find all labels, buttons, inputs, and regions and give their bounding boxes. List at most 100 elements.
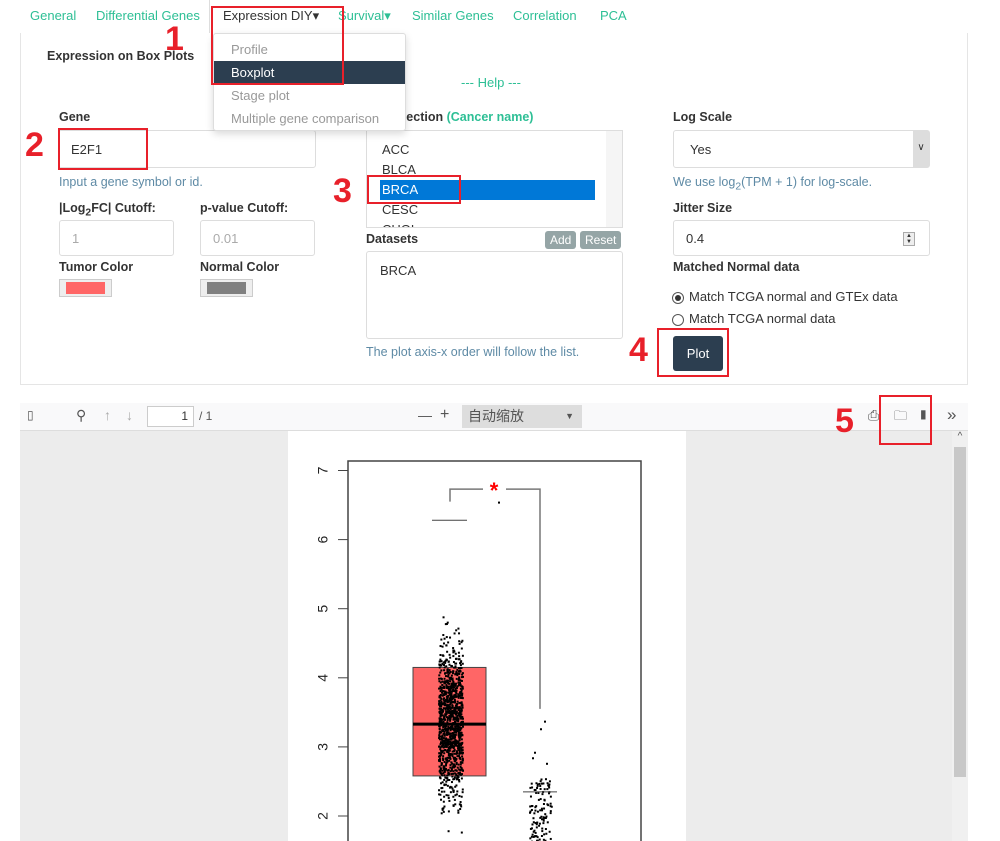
tumor-point xyxy=(438,701,441,704)
tumor-point xyxy=(443,760,446,763)
normal-point xyxy=(542,819,545,822)
tumor-point xyxy=(439,694,442,697)
tumor-point xyxy=(445,684,448,687)
tumor-point xyxy=(453,764,456,767)
nav-differential-genes[interactable]: Differential Genes xyxy=(96,8,200,23)
zoom-in-button[interactable]: + xyxy=(440,406,449,424)
normal-color-picker[interactable] xyxy=(200,279,253,297)
tumor-point xyxy=(461,759,464,762)
print-icon[interactable]: ⎙ xyxy=(868,407,879,424)
tumor-point xyxy=(445,713,448,716)
menu-item-stage-plot[interactable]: Stage plot xyxy=(214,84,405,107)
tumor-point xyxy=(458,642,461,645)
tumor-point xyxy=(443,703,446,706)
tumor-point xyxy=(442,800,445,803)
zoom-select[interactable]: 自动缩放 ▼ xyxy=(462,405,582,428)
tumor-point xyxy=(458,749,461,752)
radio-tcga-gtex[interactable]: Match TCGA normal and GTEx data xyxy=(672,289,898,304)
annotation-5: 5 xyxy=(835,402,854,440)
spinner-icon[interactable]: ▲ ▼ xyxy=(903,232,915,246)
search-icon[interactable]: ⚲ xyxy=(76,407,86,424)
nav-survival[interactable]: Survival▾ xyxy=(338,8,391,24)
significance-star: * xyxy=(490,478,499,503)
nav-similar-genes[interactable]: Similar Genes xyxy=(412,8,494,23)
tumor-point xyxy=(445,695,448,698)
more-tools-button[interactable]: » xyxy=(947,405,956,425)
tumor-point xyxy=(459,661,462,664)
tumor-point xyxy=(444,661,447,664)
tumor-point xyxy=(438,770,441,773)
tumor-point xyxy=(447,687,450,690)
tumor-point xyxy=(447,699,450,702)
tumor-point xyxy=(457,658,460,661)
tumor-point xyxy=(454,704,457,707)
log2fc-input[interactable]: 1 xyxy=(59,220,174,256)
zoom-out-button[interactable]: — xyxy=(418,407,432,423)
tumor-point xyxy=(438,755,441,758)
nav-pca[interactable]: PCA xyxy=(600,8,627,23)
pdf-toolbar: ▯ ⚲ ↑ ↓ 1 / 1 — + 自动缩放 ▼ ⎙ 🗀 ▮ » xyxy=(20,403,968,431)
tumor-point xyxy=(443,745,446,748)
tumor-point xyxy=(441,751,444,754)
normal-point xyxy=(549,810,552,813)
jitter-input[interactable]: 0.4 ▲ ▼ xyxy=(673,220,930,256)
log-scale-select[interactable]: Yes ∨ xyxy=(673,130,930,168)
tumor-point xyxy=(444,767,447,770)
nav-correlation[interactable]: Correlation xyxy=(513,8,577,23)
arrow-down-icon[interactable]: ↓ xyxy=(126,407,133,423)
tumor-point xyxy=(460,731,463,734)
tumor-point xyxy=(446,671,449,674)
tumor-point xyxy=(445,761,448,764)
tumor-point xyxy=(455,670,458,673)
tumor-point xyxy=(445,710,448,713)
tumor-point xyxy=(442,732,445,735)
normal-point xyxy=(539,784,542,787)
tumor-point xyxy=(449,785,452,788)
viewer-scrollbar[interactable]: ^ xyxy=(952,431,968,841)
normal-point xyxy=(531,823,534,826)
listbox-scrollbar[interactable] xyxy=(606,131,622,227)
tumor-point xyxy=(459,756,462,759)
chevron-down-icon: ∨ xyxy=(913,131,929,167)
matched-normal-label: Matched Normal data xyxy=(673,260,800,274)
tumor-point xyxy=(445,728,448,731)
tumor-point xyxy=(450,781,453,784)
tumor-point xyxy=(438,731,441,734)
tumor-point xyxy=(455,718,458,721)
tumor-point xyxy=(447,810,450,813)
arrow-up-icon[interactable]: ↑ xyxy=(104,407,111,423)
list-option[interactable]: ACC xyxy=(367,140,622,160)
add-button[interactable]: Add xyxy=(545,231,577,249)
nav-general[interactable]: General xyxy=(30,8,76,23)
tumor-point xyxy=(443,669,446,672)
sidebar-toggle-icon[interactable]: ▯ xyxy=(27,408,34,422)
tumor-point xyxy=(438,745,441,748)
tumor-point xyxy=(444,675,447,678)
menu-item-multiple-gene[interactable]: Multiple gene comparison xyxy=(214,107,405,130)
tumor-point xyxy=(448,759,451,762)
tumor-point xyxy=(455,657,458,660)
tumor-point xyxy=(441,769,444,772)
tumor-point xyxy=(453,798,456,801)
radio-tcga[interactable]: Match TCGA normal data xyxy=(672,311,835,326)
reset-button[interactable]: Reset xyxy=(580,231,622,249)
tumor-point xyxy=(448,663,451,666)
help-link[interactable]: --- Help --- xyxy=(461,75,521,90)
tumor-point xyxy=(439,671,442,674)
tumor-point xyxy=(439,767,442,770)
tumor-point xyxy=(459,664,462,667)
normal-point xyxy=(539,798,542,801)
tumor-point xyxy=(443,795,446,798)
tumor-point xyxy=(460,666,463,669)
tumor-point xyxy=(457,707,460,710)
tumor-point xyxy=(454,769,457,772)
pvalue-input[interactable]: 0.01 xyxy=(200,220,315,256)
tumor-point xyxy=(441,654,444,657)
tumor-color-picker[interactable] xyxy=(59,279,112,297)
datasets-textarea[interactable]: BRCA xyxy=(366,251,623,339)
list-option[interactable]: CHOL xyxy=(367,220,622,227)
normal-point xyxy=(529,786,532,789)
tumor-point xyxy=(459,801,462,804)
normal-point xyxy=(538,782,541,785)
page-number-input[interactable]: 1 xyxy=(147,406,194,427)
